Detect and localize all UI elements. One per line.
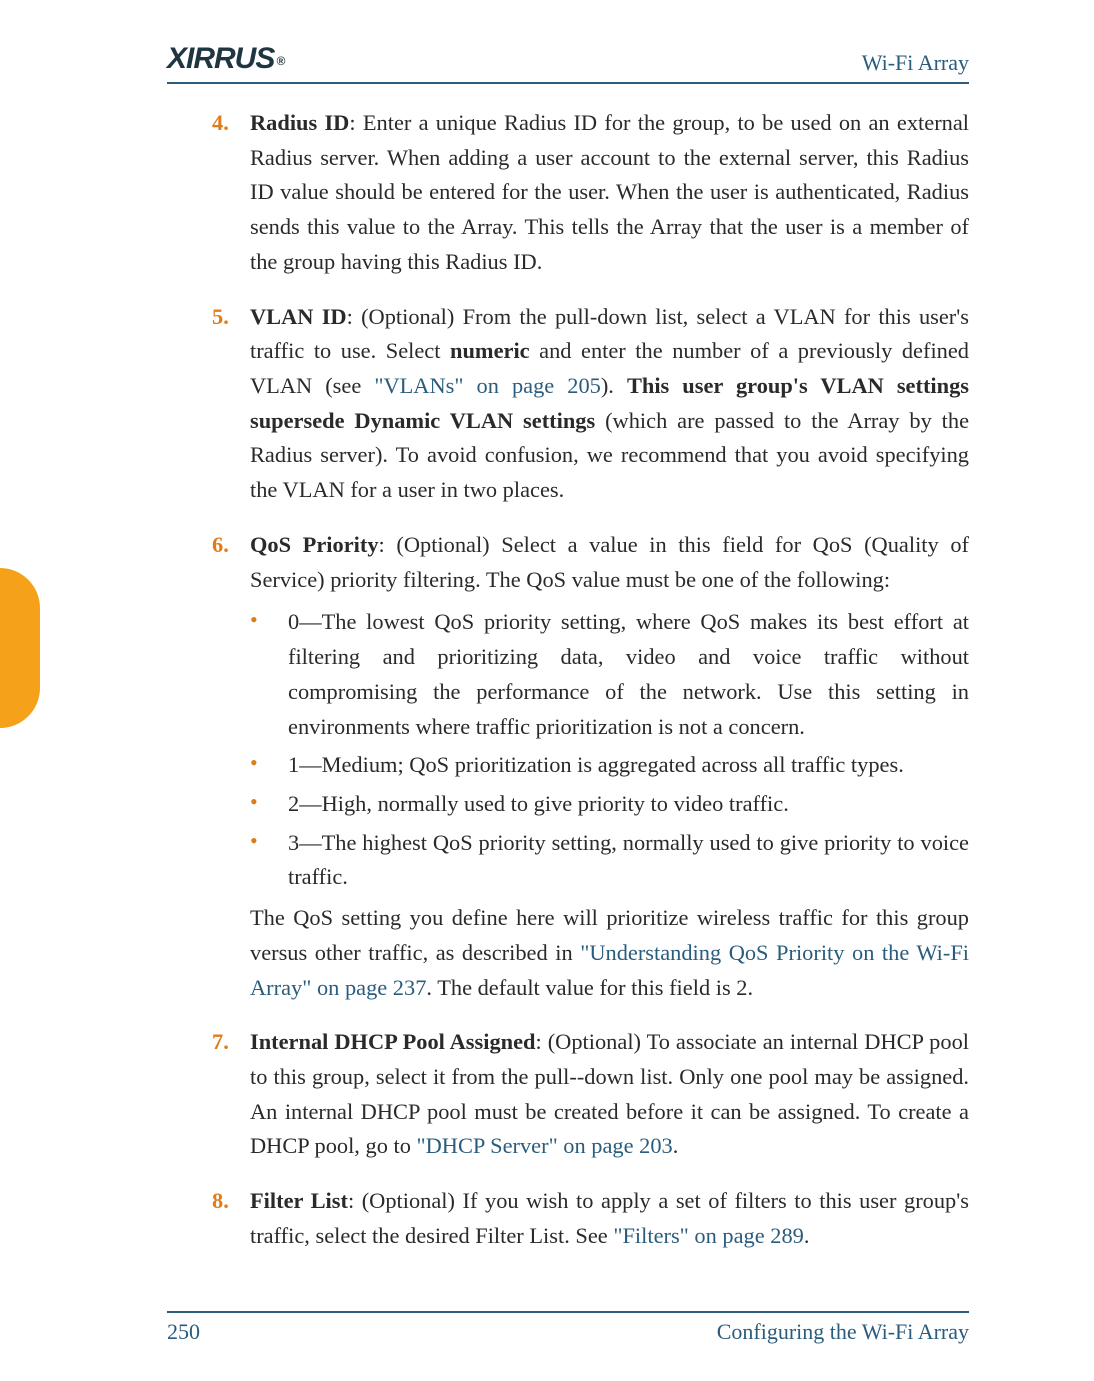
link-filters[interactable]: "Filters" on page 289 bbox=[613, 1223, 804, 1248]
bullet-item: • 0—The lowest QoS priority setting, whe… bbox=[250, 605, 969, 744]
link-vlans[interactable]: "VLANs" on page 205 bbox=[374, 373, 601, 398]
text: . The default value for this field is 2. bbox=[426, 975, 753, 1000]
bullet-text: 2—High, normally used to give priority t… bbox=[288, 787, 969, 822]
section-title: Configuring the Wi-Fi Array bbox=[717, 1319, 969, 1345]
bullet-item: • 3—The highest QoS priority setting, no… bbox=[250, 826, 969, 895]
item-body: Filter List: (Optional) If you wish to a… bbox=[250, 1184, 969, 1253]
item-title: Internal DHCP Pool Assigned bbox=[250, 1029, 536, 1054]
logo-reg: ® bbox=[276, 54, 284, 68]
item-body: Radius ID: Enter a unique Radius ID for … bbox=[250, 106, 969, 280]
item-text: : Enter a unique Radius ID for the group… bbox=[250, 110, 969, 274]
list-item-7: 7. Internal DHCP Pool Assigned: (Optiona… bbox=[212, 1025, 969, 1164]
page-content: 4. Radius ID: Enter a unique Radius ID f… bbox=[212, 106, 969, 1274]
link-dhcp[interactable]: "DHCP Server" on page 203 bbox=[417, 1133, 673, 1158]
item-title: QoS Priority bbox=[250, 532, 379, 557]
item-body: VLAN ID: (Optional) From the pull-down l… bbox=[250, 300, 969, 508]
list-item-5: 5. VLAN ID: (Optional) From the pull-dow… bbox=[212, 300, 969, 508]
bullet-item: • 1—Medium; QoS prioritization is aggreg… bbox=[250, 748, 969, 783]
logo: XIRRUS® bbox=[167, 42, 282, 76]
item-title: VLAN ID bbox=[250, 304, 347, 329]
page-number: 250 bbox=[167, 1319, 200, 1345]
bullet-item: • 2—High, normally used to give priority… bbox=[250, 787, 969, 822]
page-footer: 250 Configuring the Wi-Fi Array bbox=[167, 1311, 969, 1345]
text: . bbox=[804, 1223, 810, 1248]
text-bold: numeric bbox=[450, 338, 530, 363]
bullet-icon: • bbox=[250, 605, 288, 744]
bullet-text: 1—Medium; QoS prioritization is aggregat… bbox=[288, 748, 969, 783]
side-tab bbox=[0, 568, 40, 728]
list-item-4: 4. Radius ID: Enter a unique Radius ID f… bbox=[212, 106, 969, 280]
logo-text: XIRRUS bbox=[167, 42, 274, 76]
bullet-list: • 0—The lowest QoS priority setting, whe… bbox=[250, 605, 969, 895]
item-number: 5. bbox=[212, 300, 250, 508]
list-item-6: 6. QoS Priority: (Optional) Select a val… bbox=[212, 528, 969, 1005]
bullet-icon: • bbox=[250, 787, 288, 822]
page-header: XIRRUS® Wi-Fi Array bbox=[167, 38, 969, 84]
text: : (Optional) If you wish to apply a set … bbox=[250, 1188, 969, 1248]
bullet-text: 0—The lowest QoS priority setting, where… bbox=[288, 605, 969, 744]
item-note: The QoS setting you define here will pri… bbox=[250, 901, 969, 1005]
item-number: 4. bbox=[212, 106, 250, 280]
item-number: 7. bbox=[212, 1025, 250, 1164]
item-title: Radius ID bbox=[250, 110, 349, 135]
text: ). bbox=[601, 373, 627, 398]
item-number: 8. bbox=[212, 1184, 250, 1253]
bullet-icon: • bbox=[250, 748, 288, 783]
text: . bbox=[673, 1133, 679, 1158]
item-number: 6. bbox=[212, 528, 250, 1005]
bullet-icon: • bbox=[250, 826, 288, 895]
list-item-8: 8. Filter List: (Optional) If you wish t… bbox=[212, 1184, 969, 1253]
item-title: Filter List bbox=[250, 1188, 348, 1213]
bullet-text: 3—The highest QoS priority setting, norm… bbox=[288, 826, 969, 895]
item-body: QoS Priority: (Optional) Select a value … bbox=[250, 528, 969, 1005]
product-name: Wi-Fi Array bbox=[862, 50, 969, 76]
item-body: Internal DHCP Pool Assigned: (Optional) … bbox=[250, 1025, 969, 1164]
